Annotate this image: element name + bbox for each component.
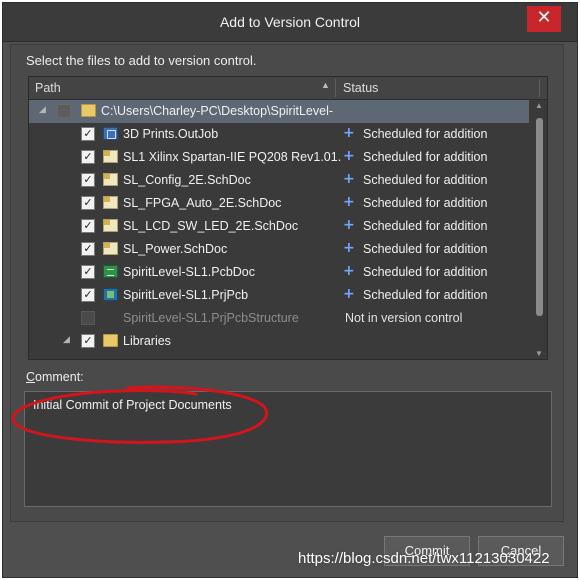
file-checkbox[interactable]: ✓ <box>81 265 95 279</box>
row-status: Scheduled for addition <box>363 196 488 210</box>
row-status: Scheduled for addition <box>363 173 488 187</box>
row-name: SL_FPGA_Auto_2E.SchDoc <box>123 196 282 210</box>
schdoc-icon <box>103 219 118 232</box>
row-name: SL_Config_2E.SchDoc <box>123 173 251 187</box>
row-status: Scheduled for addition <box>363 288 488 302</box>
row-status: Scheduled for addition <box>363 242 488 256</box>
tree-row-root-folder[interactable]: ◢ C:\Users\Charley-PC\Desktop\SpiritLeve… <box>29 100 529 123</box>
pcbdoc-icon <box>103 265 118 278</box>
file-checkbox[interactable]: ✓ <box>81 288 95 302</box>
tree-row-file-disabled: SpiritLevel-SL1.PrjPcbStructure Not in v… <box>29 307 529 330</box>
close-icon: ✕ <box>536 7 552 28</box>
folder-icon <box>81 104 96 117</box>
scroll-down-icon[interactable]: ▼ <box>535 349 543 358</box>
tree-row-libraries-folder[interactable]: ◢ ✓ Libraries <box>29 330 529 353</box>
row-status: Not in version control <box>345 311 463 325</box>
dialog-title: Add to Version Control <box>219 14 361 30</box>
tree-row-file[interactable]: ✓ SL_Power.SchDoc + Scheduled for additi… <box>29 238 529 261</box>
row-name: SL_LCD_SW_LED_2E.SchDoc <box>123 219 299 233</box>
folder-icon <box>103 334 118 347</box>
plus-icon: + <box>343 148 355 164</box>
tree-row-file[interactable]: ✓ SpiritLevel-SL1.PcbDoc + Scheduled for… <box>29 261 529 284</box>
vertical-scrollbar[interactable]: ▲ ▼ <box>532 100 547 359</box>
row-status: Scheduled for addition <box>363 150 488 164</box>
sort-ascending-icon: ▲ <box>321 80 330 90</box>
file-tree-grid: Path ▲ Status ◢ C:\Users\Charley-PC\Desk… <box>28 76 548 360</box>
plus-icon: + <box>343 240 355 256</box>
prjpcb-icon <box>103 288 118 301</box>
tree-row-file[interactable]: ✓ SL_LCD_SW_LED_2E.SchDoc + Scheduled fo… <box>29 215 529 238</box>
column-header-path[interactable]: Path <box>35 81 61 95</box>
plus-icon: + <box>343 171 355 187</box>
column-header-status[interactable]: Status <box>343 81 378 95</box>
schdoc-icon <box>103 242 118 255</box>
file-checkbox-disabled <box>81 311 95 325</box>
row-name: SL1 Xilinx Spartan-IIE PQ208 Rev1.01. <box>123 150 342 164</box>
row-status: Scheduled for addition <box>363 219 488 233</box>
tree-row-file[interactable]: ✓ SL_Config_2E.SchDoc + Scheduled for ad… <box>29 169 529 192</box>
collapse-arrow-icon[interactable]: ◢ <box>63 335 70 345</box>
outjob-icon <box>103 127 118 140</box>
row-name: SpiritLevel-SL1.PrjPcbStructure <box>123 311 299 325</box>
row-status: Scheduled for addition <box>363 127 488 141</box>
root-folder-checkbox[interactable] <box>57 104 71 118</box>
scrollbar-thumb[interactable] <box>536 118 543 316</box>
schdoc-icon <box>103 196 118 209</box>
close-button[interactable]: ✕ <box>527 6 561 32</box>
tree-row-file[interactable]: ✓ SL_FPGA_Auto_2E.SchDoc + Scheduled for… <box>29 192 529 215</box>
column-divider-end <box>539 79 540 97</box>
column-divider[interactable] <box>335 79 336 97</box>
plus-icon: + <box>343 194 355 210</box>
tree-row-file[interactable]: ✓ 3D Prints.OutJob + Scheduled for addit… <box>29 123 529 146</box>
file-checkbox[interactable]: ✓ <box>81 127 95 141</box>
title-bar[interactable]: Add to Version Control ✕ <box>3 3 577 42</box>
plus-icon: + <box>343 217 355 233</box>
row-name: SpiritLevel-SL1.PrjPcb <box>123 288 249 302</box>
row-name: SpiritLevel-SL1.PcbDoc <box>123 265 256 279</box>
red-circle-annotation <box>11 385 268 444</box>
libraries-checkbox[interactable]: ✓ <box>81 334 95 348</box>
tree-row-file[interactable]: ✓ SpiritLevel-SL1.PrjPcb + Scheduled for… <box>29 284 529 307</box>
file-checkbox[interactable]: ✓ <box>81 150 95 164</box>
scroll-up-icon[interactable]: ▲ <box>535 101 543 110</box>
grid-header: Path ▲ Status <box>29 77 547 100</box>
file-checkbox[interactable]: ✓ <box>81 219 95 233</box>
row-name: SL_Power.SchDoc <box>123 242 228 256</box>
row-status: Scheduled for addition <box>363 265 488 279</box>
collapse-arrow-icon[interactable]: ◢ <box>39 105 46 115</box>
file-checkbox[interactable]: ✓ <box>81 196 95 210</box>
file-checkbox[interactable]: ✓ <box>81 173 95 187</box>
plus-icon: + <box>343 286 355 302</box>
row-name: 3D Prints.OutJob <box>123 127 219 141</box>
file-checkbox[interactable]: ✓ <box>81 242 95 256</box>
schdoc-icon <box>103 150 118 163</box>
tree-row-file[interactable]: ✓ SL1 Xilinx Spartan-IIE PQ208 Rev1.01. … <box>29 146 529 169</box>
instruction-text: Select the files to add to version contr… <box>26 53 257 68</box>
plus-icon: + <box>343 263 355 279</box>
schdoc-icon <box>103 173 118 186</box>
watermark-text: https://blog.csdn.net/twx11213030422 <box>298 550 550 567</box>
row-name: C:\Users\Charley-PC\Desktop\SpiritLevel- <box>101 104 334 118</box>
row-name: Libraries <box>123 334 171 348</box>
plus-icon: + <box>343 125 355 141</box>
